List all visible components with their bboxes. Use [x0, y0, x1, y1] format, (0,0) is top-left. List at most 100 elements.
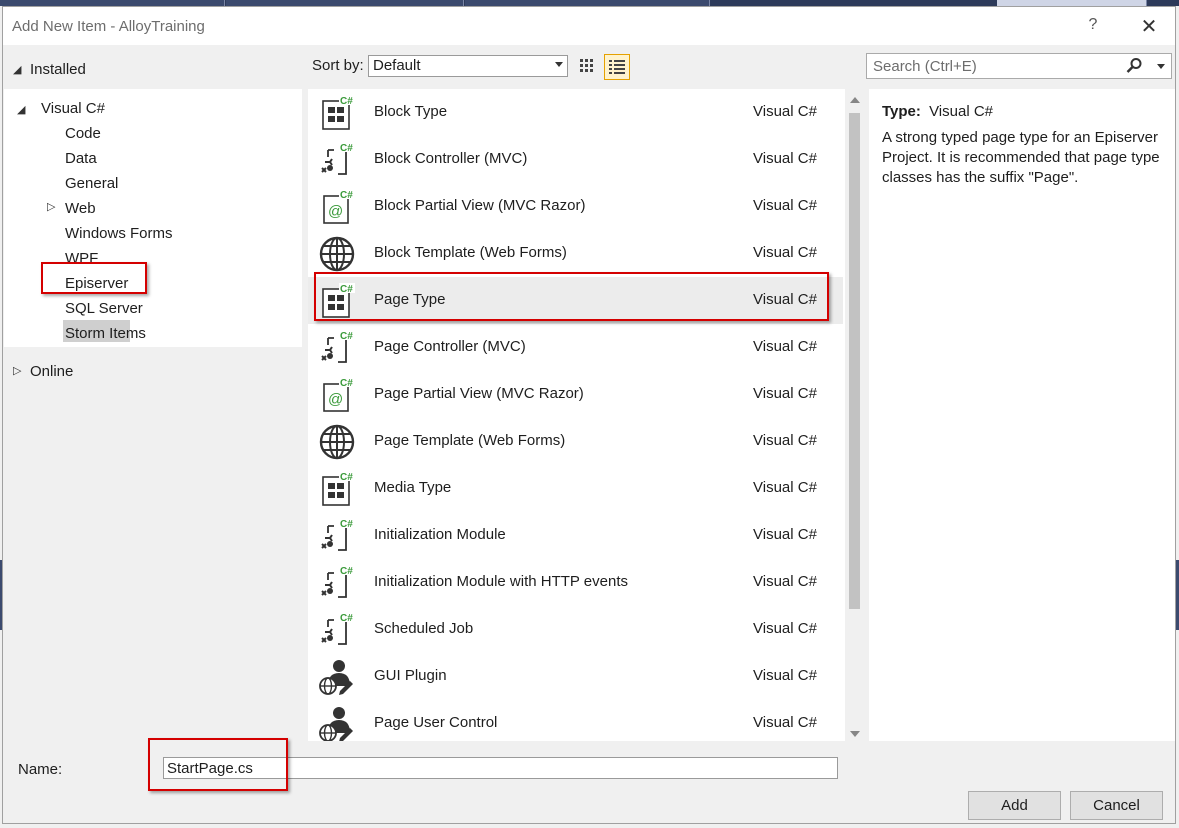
search-box[interactable]: Search (Ctrl+E) — [866, 53, 1172, 79]
template-language: Visual C# — [753, 714, 817, 731]
cancel-button[interactable]: Cancel — [1070, 791, 1163, 820]
template-name: Page Controller (MVC) — [374, 338, 526, 355]
svg-text:C#: C# — [340, 96, 353, 107]
details-view-button[interactable] — [604, 54, 630, 80]
grid-view-icon — [580, 59, 593, 72]
tree-node-general[interactable]: General — [65, 175, 118, 192]
template-description: A strong typed page type for an Episerve… — [882, 129, 1160, 186]
template-language: Visual C# — [753, 244, 817, 261]
controller-icon: C# — [318, 141, 356, 179]
controller-icon: C# — [318, 564, 356, 602]
controller-icon: C# — [318, 611, 356, 649]
template-row[interactable]: @ C# Block Partial View (MVC Razor) Visual … — [308, 183, 843, 230]
template-list-scrollbar[interactable] — [845, 89, 864, 743]
template-row[interactable]: C# Scheduled Job Visual C# — [308, 606, 843, 653]
help-button[interactable]: ? — [1083, 16, 1103, 36]
template-row[interactable]: C# Block Type Visual C# — [308, 89, 843, 136]
controller-icon: C# — [318, 329, 356, 367]
template-list: C# Block Type Visual C# C# Block Controller … — [308, 89, 864, 743]
svg-text:C#: C# — [340, 472, 353, 483]
scrollbar-thumb[interactable] — [849, 113, 860, 609]
template-language: Visual C# — [753, 150, 817, 167]
template-language: Visual C# — [753, 385, 817, 402]
svg-text:C#: C# — [340, 190, 353, 201]
annotation-highlight-name-input — [148, 738, 288, 791]
template-row[interactable]: @ C# Page Partial View (MVC Razor) Visual C… — [308, 371, 843, 418]
template-name: Initialization Module with HTTP events — [374, 573, 629, 590]
template-name: Media Type — [374, 479, 452, 496]
tree-node-sql-server[interactable]: SQL Server — [65, 300, 143, 317]
svg-text:C#: C# — [340, 143, 353, 154]
type-class-icon: C# — [318, 94, 356, 132]
template-row[interactable]: C# Initialization Module Visual C# — [308, 512, 843, 559]
template-name: Initialization Module — [374, 526, 506, 543]
template-name: Block Type — [374, 103, 448, 120]
scroll-up-arrow-icon[interactable] — [850, 97, 860, 103]
razor-view-icon: @ C# — [318, 376, 356, 414]
sort-by-dropdown[interactable]: Default — [368, 55, 568, 77]
template-row[interactable]: C# Page Controller (MVC) Visual C# — [308, 324, 843, 371]
template-row[interactable]: Page Template (Web Forms) Visual C# — [308, 418, 843, 465]
collapse-triangle-icon[interactable]: ◢ — [17, 103, 25, 116]
expand-triangle-icon[interactable]: ▷ — [47, 200, 55, 213]
user-control-icon — [318, 658, 356, 696]
template-row[interactable]: C# Initialization Module with HTTP events… — [308, 559, 843, 606]
template-name: Block Partial View (MVC Razor) — [374, 197, 586, 214]
sort-by-label: Sort by: — [312, 57, 364, 74]
collapse-triangle-icon[interactable]: ◢ — [13, 63, 21, 76]
tree-node-windows-forms[interactable]: Windows Forms — [65, 225, 173, 242]
template-name: Page Template (Web Forms) — [374, 432, 566, 449]
globe-icon — [318, 235, 356, 273]
svg-text:C#: C# — [340, 378, 353, 389]
search-icon — [1126, 58, 1142, 73]
template-category-tree: ◢ Installed ◢ Visual C# Code Data Genera… — [4, 45, 302, 743]
type-value: Visual C# — [929, 103, 994, 120]
template-row[interactable]: Page User Control Visual C# — [308, 700, 843, 743]
template-name: GUI Plugin — [374, 667, 447, 684]
template-name: Block Template (Web Forms) — [374, 244, 567, 261]
template-language: Visual C# — [753, 103, 817, 120]
tree-node-code[interactable]: Code — [65, 125, 101, 142]
svg-text:@: @ — [328, 203, 343, 220]
tree-node-installed[interactable]: Installed — [30, 61, 86, 78]
name-label: Name: — [18, 761, 63, 778]
svg-text:C#: C# — [340, 613, 353, 624]
template-language: Visual C# — [753, 479, 817, 496]
search-input[interactable]: Search (Ctrl+E) — [873, 58, 977, 75]
template-language: Visual C# — [753, 526, 817, 543]
expand-triangle-icon[interactable]: ▷ — [13, 364, 21, 377]
tree-node-visual-csharp[interactable]: Visual C# — [41, 100, 105, 117]
chevron-down-icon[interactable] — [1157, 64, 1165, 69]
title-bar: Add New Item - AlloyTraining ? ✕ — [3, 7, 1175, 45]
installed-subtree: ◢ Visual C# Code Data General ▷ Web Wind… — [4, 89, 302, 347]
template-name: Block Controller (MVC) — [374, 150, 528, 167]
list-view-icon — [609, 60, 625, 74]
template-row[interactable]: C# Block Controller (MVC) Visual C# — [308, 136, 843, 183]
template-name: Scheduled Job — [374, 620, 474, 637]
controller-icon: C# — [318, 517, 356, 555]
app-root: Add New Item - AlloyTraining ? ✕ ◢ Insta… — [0, 0, 1179, 828]
template-language: Visual C# — [753, 620, 817, 637]
close-button[interactable]: ✕ — [1137, 14, 1161, 38]
template-language: Visual C# — [753, 573, 817, 590]
tree-node-data[interactable]: Data — [65, 150, 97, 167]
add-new-item-dialog: Add New Item - AlloyTraining ? ✕ ◢ Insta… — [2, 6, 1176, 824]
small-icons-view-button[interactable] — [574, 54, 600, 80]
template-row[interactable]: C# Media Type Visual C# — [308, 465, 843, 512]
tree-node-web[interactable]: Web — [65, 200, 96, 217]
svg-text:C#: C# — [340, 519, 353, 530]
type-label: Type: — [882, 103, 921, 120]
template-row[interactable]: GUI Plugin Visual C# — [308, 653, 843, 700]
svg-text:@: @ — [328, 391, 343, 408]
annotation-highlight-episerver — [41, 262, 147, 294]
add-button[interactable]: Add — [968, 791, 1061, 820]
annotation-highlight-page-type — [314, 272, 829, 321]
scroll-down-arrow-icon[interactable] — [850, 731, 860, 737]
razor-view-icon: @ C# — [318, 188, 356, 226]
tree-node-storm-items[interactable]: Storm Items — [65, 325, 146, 342]
chevron-down-icon — [555, 62, 563, 67]
tree-node-online[interactable]: Online — [30, 363, 73, 380]
template-row[interactable]: Block Template (Web Forms) Visual C# — [308, 230, 843, 277]
template-name: Page User Control — [374, 714, 498, 731]
user-control-icon — [318, 705, 356, 743]
